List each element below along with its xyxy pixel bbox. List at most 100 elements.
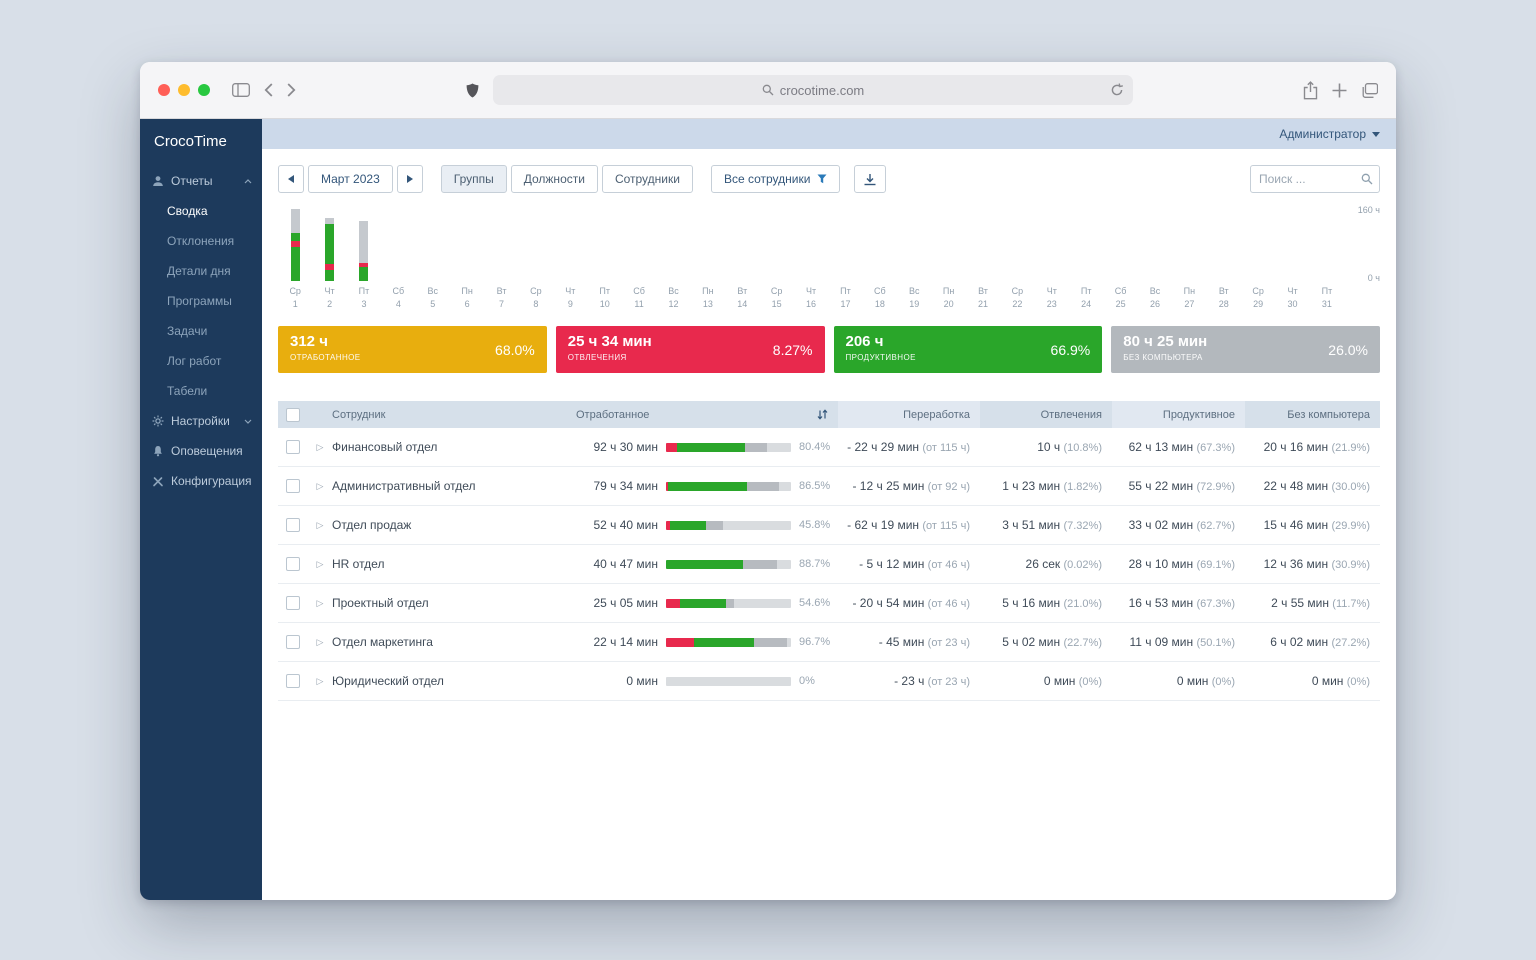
employee-filter-dropdown[interactable]: Все сотрудники [710,165,841,193]
expand-caret-icon[interactable]: ▷ [308,520,332,531]
sort-icon[interactable] [817,409,828,420]
sidebar-item-tasks[interactable]: Задачи [140,316,262,346]
calendar-day-30[interactable]: Чт 30 [1275,209,1309,310]
prev-month-button[interactable] [278,165,304,193]
sidebar-item-reports[interactable]: Отчеты [140,166,262,196]
zoom-window-button[interactable] [198,84,210,96]
calendar-day-3[interactable]: Пт 3 [347,209,381,310]
sidebar-item-deviations[interactable]: Отклонения [140,226,262,256]
table-row[interactable]: ▷ Проектный отдел 25 ч 05 мин 54.6% - 20 ч 5… [278,584,1380,623]
forward-icon[interactable] [287,83,296,97]
calendar-day-8[interactable]: Ср 8 [519,209,553,310]
expand-caret-icon[interactable]: ▷ [308,481,332,492]
summary-card-worked[interactable]: 312 ч ОТРАБОТАННОЕ 68.0% [278,326,547,373]
calendar-day-1[interactable]: Ср 1 [278,209,312,310]
calendar-day-25[interactable]: Сб 25 [1103,209,1137,310]
shield-icon[interactable] [466,83,479,98]
calendar-day-6[interactable]: Пн 6 [450,209,484,310]
user-menu[interactable]: Администратор [262,119,1396,149]
calendar-day-9[interactable]: Чт 9 [553,209,587,310]
calendar-day-27[interactable]: Пн 27 [1172,209,1206,310]
sidebar-item-work-log[interactable]: Лог работ [140,346,262,376]
expand-caret-icon[interactable]: ▷ [308,598,332,609]
expand-caret-icon[interactable]: ▷ [308,559,332,570]
row-checkbox[interactable] [286,674,300,688]
sidebar-item-summary[interactable]: Сводка [140,196,262,226]
calendar-day-17[interactable]: Пт 17 [828,209,862,310]
sidebar-item-programs[interactable]: Программы [140,286,262,316]
calendar-day-26[interactable]: Вс 26 [1138,209,1172,310]
expand-caret-icon[interactable]: ▷ [308,676,332,687]
col-employee[interactable]: Сотрудник [332,401,576,428]
calendar-day-21[interactable]: Вт 21 [966,209,1000,310]
calendar-day-11[interactable]: Сб 11 [622,209,656,310]
month-picker-button[interactable]: Март 2023 [308,165,393,193]
address-bar[interactable]: crocotime.com [493,75,1133,105]
calendar-day-20[interactable]: Пн 20 [931,209,965,310]
calendar-day-18[interactable]: Сб 18 [863,209,897,310]
table-row[interactable]: ▷ Отдел продаж 52 ч 40 мин 45.8% - 62 ч 19 м… [278,506,1380,545]
share-icon[interactable] [1303,80,1318,100]
sidebar-item-timesheets[interactable]: Табели [140,376,262,406]
tab-overview-icon[interactable] [1361,82,1378,98]
col-distractions[interactable]: Отвлечения [980,401,1112,428]
view-button-positions[interactable]: Должности [510,165,598,193]
calendar-day-24[interactable]: Пт 24 [1069,209,1103,310]
sidebar-toggle-icon[interactable] [232,83,250,97]
back-icon[interactable] [264,83,273,97]
export-button[interactable] [854,165,887,193]
table-row[interactable]: ▷ Административный отдел 79 ч 34 мин 86.5% -… [278,467,1380,506]
sidebar-item-settings[interactable]: Настройки [140,406,262,436]
calendar-day-7[interactable]: Вт 7 [484,209,518,310]
sidebar-item-day-details[interactable]: Детали дня [140,256,262,286]
department-name[interactable]: Проектный отдел [332,596,576,610]
calendar-day-16[interactable]: Чт 16 [794,209,828,310]
select-all-checkbox[interactable] [286,407,300,422]
calendar-day-5[interactable]: Вс 5 [416,209,450,310]
calendar-day-22[interactable]: Ср 22 [1000,209,1034,310]
expand-caret-icon[interactable]: ▷ [308,442,332,453]
new-tab-icon[interactable] [1332,83,1347,98]
row-checkbox[interactable] [286,596,300,610]
row-checkbox[interactable] [286,518,300,532]
expand-caret-icon[interactable]: ▷ [308,637,332,648]
table-row[interactable]: ▷ HR отдел 40 ч 47 мин 88.7% - 5 ч 12 мин (о… [278,545,1380,584]
calendar-day-13[interactable]: Пн 13 [691,209,725,310]
calendar-day-12[interactable]: Вс 12 [656,209,690,310]
close-window-button[interactable] [158,84,170,96]
calendar-day-15[interactable]: Ср 15 [759,209,793,310]
department-name[interactable]: Юридический отдел [332,674,576,688]
summary-card-offline[interactable]: 80 ч 25 мин БЕЗ КОМПЬЮТЕРА 26.0% [1111,326,1380,373]
row-checkbox[interactable] [286,635,300,649]
row-checkbox[interactable] [286,557,300,571]
calendar-day-31[interactable]: Пт 31 [1310,209,1344,310]
row-checkbox[interactable] [286,440,300,454]
calendar-day-19[interactable]: Вс 19 [897,209,931,310]
view-button-employees[interactable]: Сотрудники [601,165,693,193]
calendar-day-28[interactable]: Вт 28 [1207,209,1241,310]
department-name[interactable]: Отдел продаж [332,518,576,532]
calendar-day-10[interactable]: Пт 10 [588,209,622,310]
sidebar-item-configuration[interactable]: Конфигурация [140,466,262,496]
department-name[interactable]: Отдел маркетинга [332,635,576,649]
calendar-day-2[interactable]: Чт 2 [312,209,346,310]
view-button-groups[interactable]: Группы [440,165,507,193]
calendar-day-29[interactable]: Ср 29 [1241,209,1275,310]
next-month-button[interactable] [396,165,423,193]
department-name[interactable]: HR отдел [332,557,576,571]
table-row[interactable]: ▷ Отдел маркетинга 22 ч 14 мин 96.7% - 45 ми… [278,623,1380,662]
calendar-day-23[interactable]: Чт 23 [1035,209,1069,310]
summary-card-productive[interactable]: 206 ч ПРОДУКТИВНОЕ 66.9% [833,326,1103,373]
summary-card-distractions[interactable]: 25 ч 34 мин ОТВЛЕЧЕНИЯ 8.27% [555,326,825,373]
col-overtime[interactable]: Переработка [838,401,980,428]
calendar-day-4[interactable]: Сб 4 [381,209,415,310]
calendar-day-14[interactable]: Вт 14 [725,209,759,310]
table-row[interactable]: ▷ Юридический отдел 0 мин 0% - 23 ч (от 23 ч… [278,662,1380,701]
table-row[interactable]: ▷ Финансовый отдел 92 ч 30 мин 80.4% - 22 ч … [278,428,1380,467]
department-name[interactable]: Финансовый отдел [332,440,576,454]
col-worked[interactable]: Отработанное [576,401,838,428]
refresh-icon[interactable] [1110,83,1124,97]
col-productive[interactable]: Продуктивное [1112,401,1245,428]
sidebar-item-notifications[interactable]: Оповещения [140,436,262,466]
row-checkbox[interactable] [286,479,300,493]
